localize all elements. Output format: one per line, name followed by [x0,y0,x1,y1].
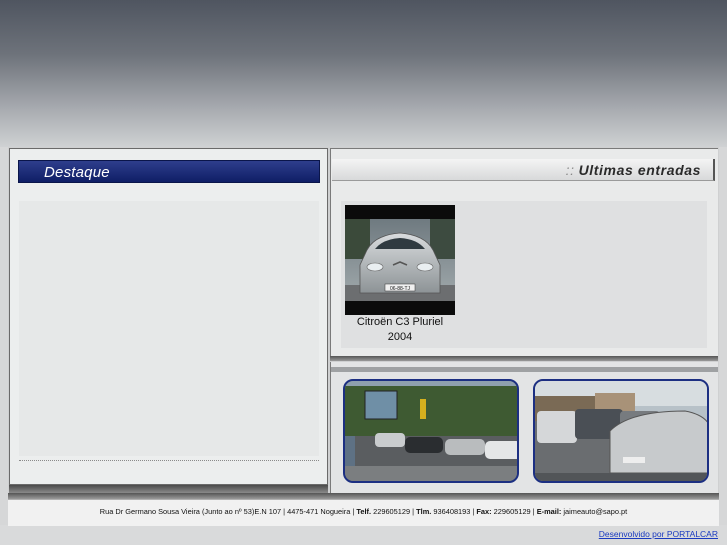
showroom-photo-1 [343,379,519,483]
footer-fax: 229605129 | [491,507,537,516]
footer-email-label: E-mail: [536,507,562,516]
showroom-photo-2-image [535,381,707,481]
footer-tlm: 936408193 | [431,507,477,516]
footer: Rua Dr Germano Sousa Vieira (Junto ao nº… [8,499,719,526]
car-listing[interactable]: 06-88-TJ Citroën C3 Pluriel 2004 [341,201,707,348]
destaque-header: Destaque [18,160,320,183]
car-year: 2004 [387,331,413,343]
photos-top-bar [331,367,718,372]
footer-address: Rua Dr Germano Sousa Vieira (Junto ao nº… [99,507,357,516]
right-panel-divider [330,356,718,361]
car-photo-image: 06-88-TJ [345,205,455,315]
destaque-title: Destaque [44,164,110,181]
footer-contact-info: Rua Dr Germano Sousa Vieira (Junto ao nº… [8,507,719,516]
ultimas-entradas-title: :: Ultimas entradas [566,162,701,178]
header-separator: :: [565,162,575,178]
showroom-photo-2 [533,379,709,483]
ultimas-entradas-label: Ultimas entradas [578,162,701,178]
footer-email: jaimeauto@sapo.pt [561,507,628,516]
car-photo[interactable]: 06-88-TJ [345,205,455,315]
developer-link[interactable]: Desenvolvido por PORTALCAR [599,529,718,539]
destaque-content [19,201,319,456]
destaque-panel: Destaque [9,148,328,485]
license-plate: 06-88-TJ [390,286,411,292]
left-panel-bottom-bar [9,485,328,493]
car-title[interactable]: Citroën C3 Pluriel [341,316,459,328]
footer-telf-label: Telf. [356,507,372,516]
showroom-photos-panel [330,362,718,493]
dotted-divider [19,460,319,461]
showroom-photo-1-image [345,381,517,481]
footer-telf: 229605129 | [371,507,417,516]
footer-fax-label: Fax: [476,507,492,516]
footer-tlm-label: Tlm. [416,507,432,516]
ultimas-entradas-panel: :: Ultimas entradas 06-88-TJ Citroën C3 … [330,148,718,356]
ultimas-entradas-header: :: Ultimas entradas [332,159,715,181]
